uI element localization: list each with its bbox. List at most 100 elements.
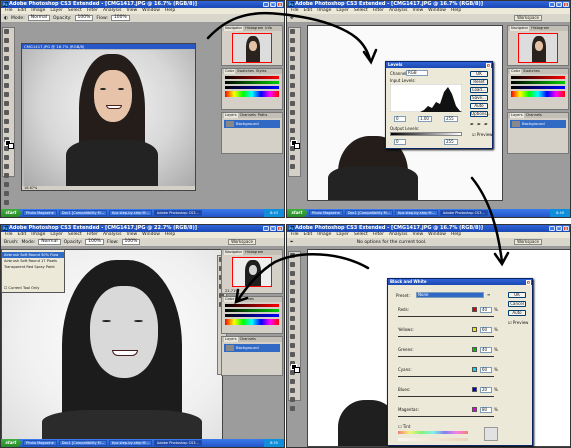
tab-navigator[interactable]: Navigator	[224, 250, 244, 255]
gradient-tool-icon[interactable]	[290, 128, 295, 133]
taskbar-item[interactable]: tips step-by-step M...	[395, 210, 438, 216]
tab-layers[interactable]: Layers	[224, 113, 238, 118]
tool-preset-item[interactable]: Transparent Red Spray Paint	[2, 264, 64, 270]
taskbar-item[interactable]: tips step-by-step M...	[109, 210, 152, 216]
channel-value-field[interactable]: 60	[480, 327, 492, 333]
preview-checkbox[interactable]: ☑ Preview	[472, 132, 492, 137]
green-slider[interactable]	[511, 81, 565, 84]
brush-tool-icon[interactable]	[4, 92, 9, 97]
channel-slider[interactable]	[398, 376, 494, 377]
layer-row[interactable]: Background	[224, 344, 280, 352]
tab-navigator[interactable]: Navigator	[224, 26, 244, 31]
background-color-swatch[interactable]	[294, 367, 300, 373]
ok-button[interactable]: OK	[508, 292, 526, 298]
move-tool-icon[interactable]	[290, 253, 295, 258]
tab-channels[interactable]: Channels	[240, 337, 256, 342]
channel-value-field[interactable]: 20	[480, 387, 492, 393]
lasso-tool-icon[interactable]	[290, 271, 295, 276]
workspace-menu[interactable]: Workspace	[514, 15, 542, 21]
tab-styles[interactable]: Styles	[256, 69, 267, 74]
shape-tool-icon[interactable]	[290, 406, 295, 411]
stamp-tool-icon[interactable]	[290, 101, 295, 106]
minimize-button[interactable]: _	[263, 226, 269, 231]
crop-tool-icon[interactable]	[290, 65, 295, 70]
close-button[interactable]: ×	[563, 226, 569, 231]
crop-tool-icon[interactable]	[290, 289, 295, 294]
shape-tool-icon[interactable]	[4, 182, 9, 187]
navigator-thumbnail[interactable]	[232, 33, 272, 63]
tab-info[interactable]: Info	[265, 26, 272, 31]
dialog-close-icon[interactable]: ×	[486, 62, 491, 68]
marquee-tool-icon[interactable]	[4, 38, 9, 43]
minimize-button[interactable]: _	[549, 226, 555, 231]
taskbar-item[interactable]: Adobe Photoshop CS3...	[153, 440, 202, 446]
minimize-button[interactable]: _	[263, 2, 269, 7]
taskbar-item[interactable]: Doc1 [Compatibility M...	[58, 440, 108, 446]
history-brush-tool-icon[interactable]	[4, 110, 9, 115]
flow-field[interactable]: 100%	[121, 239, 141, 245]
maximize-button[interactable]: □	[270, 2, 276, 7]
tint-color-swatch[interactable]	[484, 427, 498, 441]
taskbar-item[interactable]: Photo Magazine	[23, 210, 57, 216]
healing-tool-icon[interactable]	[4, 83, 9, 88]
ok-button[interactable]: OK	[470, 71, 488, 77]
taskbar-item[interactable]: Adobe Photoshop CS3...	[153, 210, 202, 216]
magic-wand-tool-icon[interactable]	[290, 280, 295, 285]
load-button[interactable]: Load...	[470, 87, 488, 93]
taskbar-item[interactable]: Doc1 [Compatibility M...	[344, 210, 394, 216]
input-white-field[interactable]: 255	[444, 116, 458, 122]
maximize-button[interactable]: □	[556, 226, 562, 231]
flow-field[interactable]: 100%	[110, 15, 130, 21]
channel-select[interactable]: RGB	[406, 70, 428, 76]
slice-tool-icon[interactable]	[4, 74, 9, 79]
output-black-field[interactable]: 0	[394, 139, 406, 145]
slice-tool-icon[interactable]	[290, 298, 295, 303]
pen-tool-icon[interactable]	[290, 155, 295, 160]
layer-row[interactable]: Background	[224, 120, 280, 128]
workspace-menu[interactable]: Workspace	[228, 239, 256, 245]
eyedropper-tool-icon[interactable]: ✒	[290, 240, 294, 245]
channel-slider[interactable]	[398, 416, 494, 417]
close-button[interactable]: ×	[563, 2, 569, 7]
maximize-button[interactable]: □	[270, 226, 276, 231]
channel-value-field[interactable]: 40	[480, 307, 492, 313]
tab-swatches[interactable]: Swatches	[237, 69, 254, 74]
reset-button[interactable]: Reset	[470, 79, 488, 85]
workspace-menu[interactable]: Workspace	[514, 239, 542, 245]
auto-button[interactable]: Auto	[508, 310, 526, 316]
red-slider[interactable]	[225, 304, 279, 307]
navigator-thumbnail[interactable]	[518, 33, 558, 63]
close-button[interactable]: ×	[277, 226, 283, 231]
output-white-field[interactable]: 255	[444, 139, 458, 145]
preview-checkbox[interactable]: ☑ Preview	[508, 320, 528, 325]
channel-slider[interactable]	[398, 336, 494, 337]
eraser-tool-icon[interactable]	[4, 119, 9, 124]
start-button[interactable]: start	[1, 439, 21, 447]
options-button[interactable]: Options...	[470, 111, 490, 117]
preset-select[interactable]: None	[416, 292, 484, 298]
opacity-field[interactable]: 100%	[74, 15, 94, 21]
white-eyedropper-icon[interactable]: ✒	[484, 122, 488, 128]
input-black-field[interactable]: 0	[394, 116, 406, 122]
tab-swatches[interactable]: Swatches	[523, 69, 540, 74]
magic-wand-tool-icon[interactable]	[4, 56, 9, 61]
color-spectrum[interactable]	[225, 91, 279, 97]
green-slider[interactable]	[225, 81, 279, 84]
tint-checkbox[interactable]: ☐ Tint	[398, 424, 410, 429]
type-tool-icon[interactable]	[290, 164, 295, 169]
channel-slider[interactable]	[398, 316, 494, 317]
navigator-zoom[interactable]: 22.71%	[222, 289, 282, 293]
gradient-tool-icon[interactable]	[290, 352, 295, 357]
marquee-tool-icon[interactable]	[290, 38, 295, 43]
hue-slider[interactable]	[398, 431, 468, 434]
channel-value-field[interactable]: 80	[480, 407, 492, 413]
blue-slider[interactable]	[225, 86, 279, 89]
notes-tool-icon[interactable]	[4, 191, 9, 196]
eraser-tool-icon[interactable]	[290, 343, 295, 348]
saturation-slider[interactable]	[398, 438, 468, 441]
output-gradient[interactable]	[390, 132, 462, 136]
start-button[interactable]: start	[1, 209, 21, 217]
lasso-tool-icon[interactable]	[4, 47, 9, 52]
history-brush-tool-icon[interactable]	[290, 334, 295, 339]
slice-tool-icon[interactable]	[290, 74, 295, 79]
